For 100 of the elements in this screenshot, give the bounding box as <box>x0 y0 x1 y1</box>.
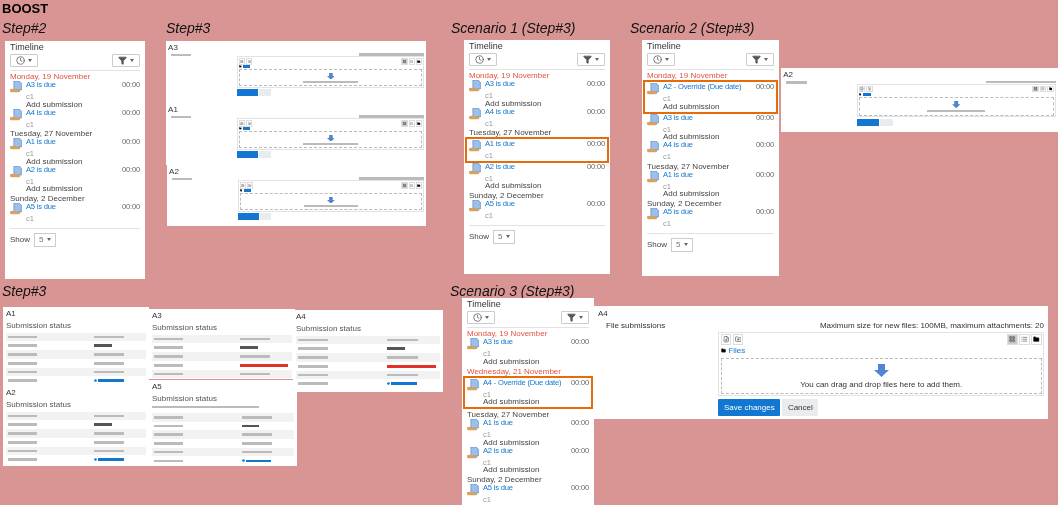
assignment-title: A5 <box>152 382 162 392</box>
page-heading: BOOST <box>2 1 49 16</box>
grid-view-icon[interactable] <box>401 120 408 127</box>
filter-dropdown-button[interactable] <box>112 54 140 67</box>
assignment-icon <box>10 108 23 121</box>
caret-icon <box>487 58 491 61</box>
assignment-icon <box>469 200 482 213</box>
assignment-title: A2 <box>783 69 794 79</box>
folder-view-icon[interactable] <box>415 120 423 127</box>
timeline-title: Timeline <box>467 300 501 309</box>
new-folder-icon[interactable] <box>866 85 873 93</box>
filter-dropdown-button[interactable] <box>746 53 774 66</box>
page-size-select[interactable]: 5 <box>34 232 57 247</box>
filter-dropdown-button[interactable] <box>561 311 589 324</box>
add-file-icon[interactable] <box>858 85 866 93</box>
text-line <box>153 433 184 436</box>
add-submission-link[interactable]: Add submission <box>483 398 540 407</box>
text-line <box>153 346 183 350</box>
add-submission-link[interactable]: Add submission <box>663 102 720 111</box>
filter-dropdown-button[interactable] <box>577 53 605 66</box>
text-line <box>171 177 192 181</box>
add-submission-link[interactable]: Add submission <box>483 466 540 475</box>
new-folder-icon[interactable] <box>732 334 744 345</box>
add-submission-link[interactable]: Add submission <box>26 157 83 166</box>
add-file-icon[interactable] <box>239 182 247 189</box>
page-size-select[interactable]: 5 <box>671 237 694 252</box>
assignment-icon <box>10 165 23 178</box>
assignment-title: A1 <box>168 104 178 114</box>
clock-icon <box>473 313 482 322</box>
grid-view-icon[interactable] <box>401 182 408 189</box>
new-folder-icon[interactable] <box>246 58 253 65</box>
add-submission-link[interactable]: Add submission <box>485 99 542 108</box>
date-heading: Tuesday, 27 November <box>647 162 730 171</box>
sort-dropdown-button[interactable] <box>467 311 495 324</box>
assignment-title: A3 <box>152 311 162 321</box>
add-submission-link[interactable]: Add submission <box>483 357 540 366</box>
assignment-title: A4 <box>296 312 306 322</box>
assignment-icon <box>467 446 480 459</box>
add-file-icon[interactable] <box>720 334 732 345</box>
folder-view-icon[interactable] <box>1047 85 1054 93</box>
save-button[interactable] <box>237 213 259 221</box>
text-line <box>358 115 424 118</box>
text-line <box>153 415 184 419</box>
text-line <box>153 355 183 358</box>
new-folder-icon[interactable] <box>246 182 254 189</box>
section-heading: Submission status <box>296 323 361 333</box>
cancel-button[interactable]: Cancel <box>782 398 819 416</box>
step-caption: Step#3 <box>166 20 211 36</box>
sort-dropdown-button[interactable] <box>647 53 675 66</box>
folder-view-icon[interactable] <box>415 182 423 189</box>
add-submission-link[interactable]: Add submission <box>26 185 83 194</box>
save-button[interactable] <box>237 151 258 159</box>
add-submission-link[interactable]: Add submission <box>663 190 720 199</box>
page-size-select[interactable]: 5 <box>493 229 516 244</box>
caret-icon <box>579 316 583 319</box>
assignment-icon <box>10 203 23 216</box>
add-file-icon[interactable] <box>238 120 246 127</box>
text-line <box>297 356 328 359</box>
add-file-icon[interactable] <box>238 58 246 65</box>
timeline-title: Timeline <box>10 43 44 52</box>
sort-dropdown-button[interactable] <box>10 54 38 67</box>
files-path-link[interactable]: Files <box>728 346 746 356</box>
save-button[interactable] <box>856 118 880 127</box>
filter-icon <box>583 55 592 64</box>
date-heading: Monday, 19 November <box>10 73 91 81</box>
folder-view-icon[interactable] <box>415 58 423 65</box>
save-button[interactable]: Save changes <box>718 398 781 416</box>
save-button[interactable] <box>237 89 258 97</box>
text-line <box>7 440 37 444</box>
new-folder-icon[interactable] <box>246 120 253 127</box>
drop-zone[interactable]: You can drag and drop files here to add them. <box>720 357 1042 394</box>
add-submission-link[interactable]: Add submission <box>485 182 542 191</box>
text-line <box>303 142 358 146</box>
add-submission-link[interactable]: Add submission <box>26 100 83 109</box>
folder-icon <box>858 93 862 97</box>
step-caption: Scenario 2 (Step#3) <box>630 20 755 36</box>
text-line <box>7 370 37 374</box>
caret-icon <box>506 235 511 239</box>
caret-icon <box>28 59 32 62</box>
date-heading: Sunday, 2 December <box>469 192 544 201</box>
date-heading: Tuesday, 27 November <box>10 130 93 139</box>
folder-icon <box>238 65 242 68</box>
grid-view-icon[interactable] <box>1032 85 1039 93</box>
grid-view-icon[interactable] <box>401 58 408 65</box>
assignment-icon <box>467 484 480 497</box>
folder-icon <box>239 189 243 192</box>
text-line <box>303 204 358 208</box>
text-line <box>153 459 184 463</box>
add-submission-link[interactable]: Add submission <box>483 438 540 447</box>
sort-dropdown-button[interactable] <box>469 53 497 66</box>
comment-icon <box>94 458 98 462</box>
section-heading: Submission status <box>152 322 217 332</box>
grid-view-icon[interactable] <box>1007 334 1018 345</box>
folder-view-icon[interactable] <box>1031 334 1042 345</box>
date-heading: Sunday, 2 December <box>10 195 85 204</box>
text-line <box>297 364 328 368</box>
section-heading: Submission status <box>152 393 217 403</box>
assignment-icon <box>467 378 480 391</box>
caret-icon <box>485 316 489 319</box>
add-submission-link[interactable]: Add submission <box>663 133 720 142</box>
